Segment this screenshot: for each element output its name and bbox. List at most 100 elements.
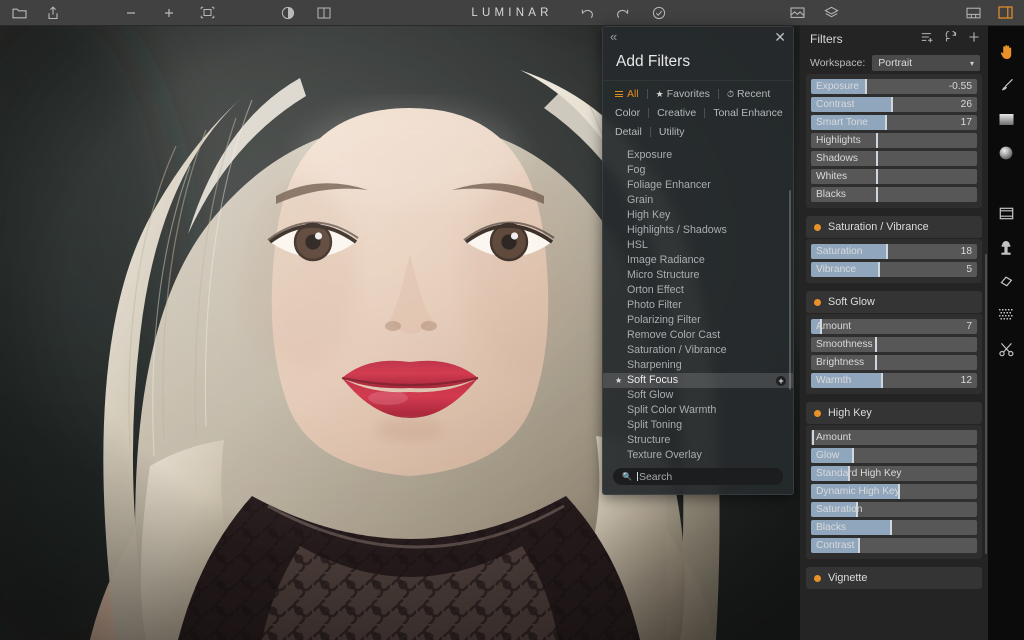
collapse-panel-icon[interactable]: « bbox=[610, 30, 617, 43]
workspace-select[interactable]: Portrait ▾ bbox=[872, 55, 980, 71]
tab-recent[interactable]: Recent bbox=[737, 88, 770, 100]
tab-utility[interactable]: Utility bbox=[659, 126, 685, 138]
before-after-icon[interactable] bbox=[279, 4, 297, 22]
filter-list-item[interactable]: Fog bbox=[603, 163, 793, 178]
slider-control[interactable]: Blacks bbox=[811, 520, 977, 535]
filter-list-item[interactable]: HSL bbox=[603, 238, 793, 253]
gradient-mask-icon[interactable] bbox=[995, 108, 1017, 130]
slider-knob[interactable] bbox=[890, 520, 892, 535]
toggle-changes-icon[interactable] bbox=[650, 4, 668, 22]
filter-enabled-dot-icon[interactable] bbox=[814, 299, 821, 306]
slider-knob[interactable] bbox=[881, 373, 883, 388]
search-input-placeholder[interactable]: Search bbox=[639, 471, 672, 483]
brush-tool-icon[interactable] bbox=[995, 74, 1017, 96]
filter-list-item[interactable]: High Key bbox=[603, 208, 793, 223]
slider-knob[interactable] bbox=[876, 133, 878, 148]
filter-group-header[interactable]: Saturation / Vibrance bbox=[806, 216, 982, 238]
filter-list-item[interactable]: Texture Overlay bbox=[603, 448, 793, 463]
filter-list-item[interactable]: Grain bbox=[603, 193, 793, 208]
filter-list-item[interactable]: Structure bbox=[603, 433, 793, 448]
layers-icon[interactable] bbox=[822, 4, 840, 22]
slider-knob[interactable] bbox=[891, 97, 893, 112]
filter-list[interactable]: ExposureFogFoliage EnhancerGrainHigh Key… bbox=[603, 144, 793, 464]
slider-control[interactable]: Amount7 bbox=[811, 319, 977, 334]
slider-knob[interactable] bbox=[852, 448, 854, 463]
slider-control[interactable]: Highlights bbox=[811, 133, 977, 148]
split-view-icon[interactable] bbox=[315, 4, 333, 22]
slider-control[interactable]: Saturation bbox=[811, 502, 977, 517]
export-share-icon[interactable] bbox=[44, 4, 62, 22]
filter-list-item[interactable]: Photo Filter bbox=[603, 298, 793, 313]
slider-control[interactable]: Saturation18 bbox=[811, 244, 977, 259]
slider-control[interactable]: Exposure-0.55 bbox=[811, 79, 977, 94]
filter-list-item[interactable]: Highlights / Shadows bbox=[603, 223, 793, 238]
filter-list-item[interactable]: Micro Structure bbox=[603, 268, 793, 283]
slider-knob[interactable] bbox=[876, 169, 878, 184]
tab-tonal-enhance[interactable]: Tonal Enhance bbox=[713, 107, 782, 119]
slider-control[interactable]: Blacks bbox=[811, 187, 977, 202]
tab-detail[interactable]: Detail bbox=[615, 126, 642, 138]
redo-icon[interactable] bbox=[614, 4, 632, 22]
filter-list-item[interactable]: Remove Color Cast bbox=[603, 328, 793, 343]
slider-control[interactable]: Smart Tone17 bbox=[811, 115, 977, 130]
filter-enabled-dot-icon[interactable] bbox=[814, 224, 821, 231]
tab-all[interactable]: All bbox=[627, 88, 639, 100]
slider-knob[interactable] bbox=[886, 244, 888, 259]
slider-knob[interactable] bbox=[875, 337, 877, 352]
zoom-out-icon[interactable] bbox=[122, 4, 140, 22]
slider-knob[interactable] bbox=[876, 187, 878, 202]
right-panel-icon[interactable] bbox=[996, 4, 1014, 22]
fit-to-screen-icon[interactable] bbox=[198, 4, 216, 22]
filter-list-item[interactable]: ★Soft Focus+ bbox=[603, 373, 793, 388]
eraser-tool-icon[interactable] bbox=[995, 270, 1017, 292]
slider-control[interactable]: Amount bbox=[811, 430, 977, 445]
filter-group-header[interactable]: Soft Glow bbox=[806, 291, 982, 313]
filter-list-item[interactable]: Soft Glow bbox=[603, 388, 793, 403]
open-folder-icon[interactable] bbox=[10, 4, 28, 22]
denoise-icon[interactable] bbox=[995, 304, 1017, 326]
tab-creative[interactable]: Creative bbox=[657, 107, 696, 119]
scissors-tool-icon[interactable] bbox=[995, 338, 1017, 360]
hand-tool-icon[interactable] bbox=[995, 40, 1017, 62]
slider-control[interactable]: Dynamic High Key bbox=[811, 484, 977, 499]
image-icon[interactable] bbox=[788, 4, 806, 22]
slider-control[interactable]: Shadows bbox=[811, 151, 977, 166]
slider-knob[interactable] bbox=[885, 115, 887, 130]
slider-control[interactable]: Contrast bbox=[811, 538, 977, 553]
slider-knob[interactable] bbox=[865, 79, 867, 94]
filter-search-box[interactable]: 🔍 Search bbox=[613, 468, 783, 485]
slider-knob[interactable] bbox=[876, 151, 878, 166]
filter-list-item[interactable]: Split Toning bbox=[603, 418, 793, 433]
add-filter-button[interactable]: + bbox=[776, 376, 786, 386]
filter-group-header[interactable]: Vignette bbox=[806, 567, 982, 589]
slider-control[interactable]: Standard High Key bbox=[811, 466, 977, 481]
filter-list-item[interactable]: Image Radiance bbox=[603, 253, 793, 268]
slider-control[interactable]: Brightness bbox=[811, 355, 977, 370]
close-icon[interactable]: ✕ bbox=[774, 30, 786, 44]
filter-list-item[interactable]: Polarizing Filter bbox=[603, 313, 793, 328]
slider-control[interactable]: Warmth12 bbox=[811, 373, 977, 388]
filter-groups-list[interactable]: Exposure-0.55 Contrast26 Smart Tone17 Highl… bbox=[800, 74, 988, 640]
slider-control[interactable]: Glow bbox=[811, 448, 977, 463]
slider-control[interactable]: Whites bbox=[811, 169, 977, 184]
bottom-panel-icon[interactable] bbox=[964, 4, 982, 22]
filter-list-item[interactable]: Orton Effect bbox=[603, 283, 793, 298]
reset-icon[interactable] bbox=[945, 30, 957, 48]
zoom-in-icon[interactable] bbox=[160, 4, 178, 22]
radial-mask-icon[interactable] bbox=[995, 142, 1017, 164]
tab-color[interactable]: Color bbox=[615, 107, 640, 119]
filter-list-item[interactable]: Saturation / Vibrance bbox=[603, 343, 793, 358]
filter-list-item[interactable]: Split Color Warmth bbox=[603, 403, 793, 418]
filter-list-item[interactable]: Exposure bbox=[603, 148, 793, 163]
slider-knob[interactable] bbox=[878, 262, 880, 277]
add-filter-icon[interactable] bbox=[968, 30, 980, 48]
undo-icon[interactable] bbox=[578, 4, 596, 22]
clone-stamp-icon[interactable] bbox=[995, 236, 1017, 258]
crop-tool-icon[interactable] bbox=[995, 202, 1017, 224]
filter-list-item[interactable]: Sharpening bbox=[603, 358, 793, 373]
slider-knob[interactable] bbox=[812, 430, 814, 445]
filter-enabled-dot-icon[interactable] bbox=[814, 575, 821, 582]
slider-knob[interactable] bbox=[875, 355, 877, 370]
filter-group-header[interactable]: High Key bbox=[806, 402, 982, 424]
slider-control[interactable]: Contrast26 bbox=[811, 97, 977, 112]
